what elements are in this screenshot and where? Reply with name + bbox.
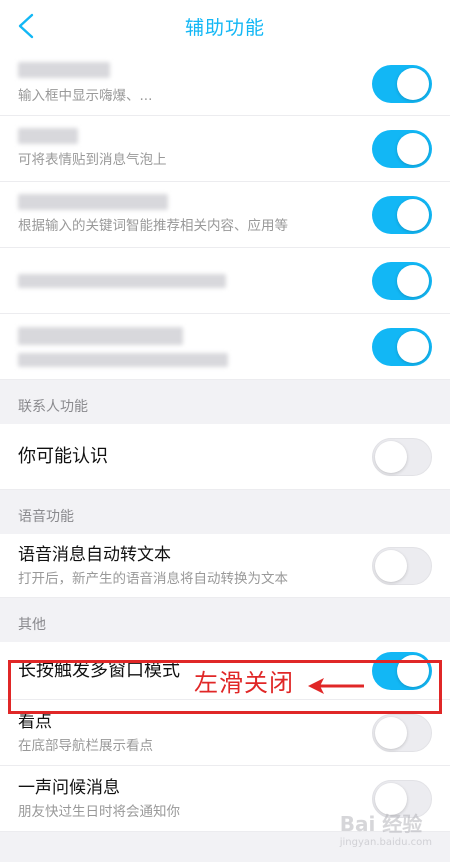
blurred-title <box>18 127 78 144</box>
blurred-title <box>18 273 226 288</box>
toggle-knob <box>397 654 429 687</box>
toggle-knob <box>397 264 429 297</box>
blurred-title <box>18 193 168 210</box>
toggle-knob <box>397 67 429 100</box>
row-desc: 朋友快过生日时将会通知你 <box>18 803 180 820</box>
toggle-switch-3[interactable] <box>372 195 432 234</box>
row-desc: 打开后，新产生的语音消息将自动转换为文本 <box>18 570 288 587</box>
section-header-other: 其他 <box>0 598 450 642</box>
toggle-switch-4[interactable] <box>372 261 432 300</box>
row-desc: 可将表情贴到消息气泡上 <box>18 151 167 168</box>
toggle-knob <box>397 132 429 165</box>
row-title: 语音消息自动转文本 <box>18 544 171 565</box>
annotation-label: 左滑关闭 <box>194 669 294 697</box>
blurred-title <box>18 61 110 78</box>
row-title: 你可能认识 <box>18 445 108 467</box>
nav-bar: 辅助功能 <box>0 0 450 52</box>
toggle-switch-2[interactable] <box>372 129 432 168</box>
toggle-voice-to-text[interactable] <box>372 546 432 585</box>
toggle-knob <box>375 440 407 473</box>
section-header-contacts: 联系人功能 <box>0 380 450 424</box>
toggle-knob <box>397 198 429 231</box>
settings-row-maybe-know: 你可能认识 <box>0 424 450 490</box>
blurred-desc <box>18 352 228 367</box>
toggle-knob <box>397 330 429 363</box>
row-desc: 根据输入的关键词智能推荐相关内容、应用等 <box>18 217 288 234</box>
blurred-title <box>18 326 183 345</box>
row-title: 看点 <box>18 711 52 732</box>
back-button[interactable] <box>8 8 44 44</box>
toggle-multi-window[interactable] <box>372 651 432 690</box>
toggle-knob <box>375 549 407 582</box>
toggle-switch-5[interactable] <box>372 327 432 366</box>
row-desc: 在底部导航栏展示看点 <box>18 737 153 754</box>
toggle-maybe-know[interactable] <box>372 437 432 476</box>
settings-row-2: 可将表情贴到消息气泡上 <box>0 116 450 182</box>
row-desc: 输入框中显示嗨爆、... <box>18 87 153 104</box>
settings-row-3: 根据输入的关键词智能推荐相关内容、应用等 <box>0 182 450 248</box>
chevron-left-icon <box>18 13 34 39</box>
section-header-voice: 语音功能 <box>0 490 450 534</box>
toggle-switch-1[interactable] <box>372 64 432 103</box>
settings-row-kandian: 看点 在底部导航栏展示看点 <box>0 700 450 766</box>
page-title: 辅助功能 <box>184 16 265 39</box>
settings-row-4 <box>0 248 450 314</box>
row-title: 一声问候消息 <box>18 777 120 798</box>
toggle-kandian[interactable] <box>372 713 432 752</box>
settings-row-voice-to-text: 语音消息自动转文本 打开后，新产生的语音消息将自动转换为文本 <box>0 534 450 598</box>
toggle-knob <box>375 716 407 749</box>
watermark-text: Bai 经验 <box>339 812 423 836</box>
settings-row-5 <box>0 314 450 380</box>
settings-row-1: 输入框中显示嗨爆、... <box>0 52 450 116</box>
watermark-sub: jingyan.baidu.com <box>339 837 432 848</box>
annotation-arrow-icon <box>308 678 364 694</box>
watermark: Bai 经验 jingyan.baidu.com <box>340 808 432 848</box>
